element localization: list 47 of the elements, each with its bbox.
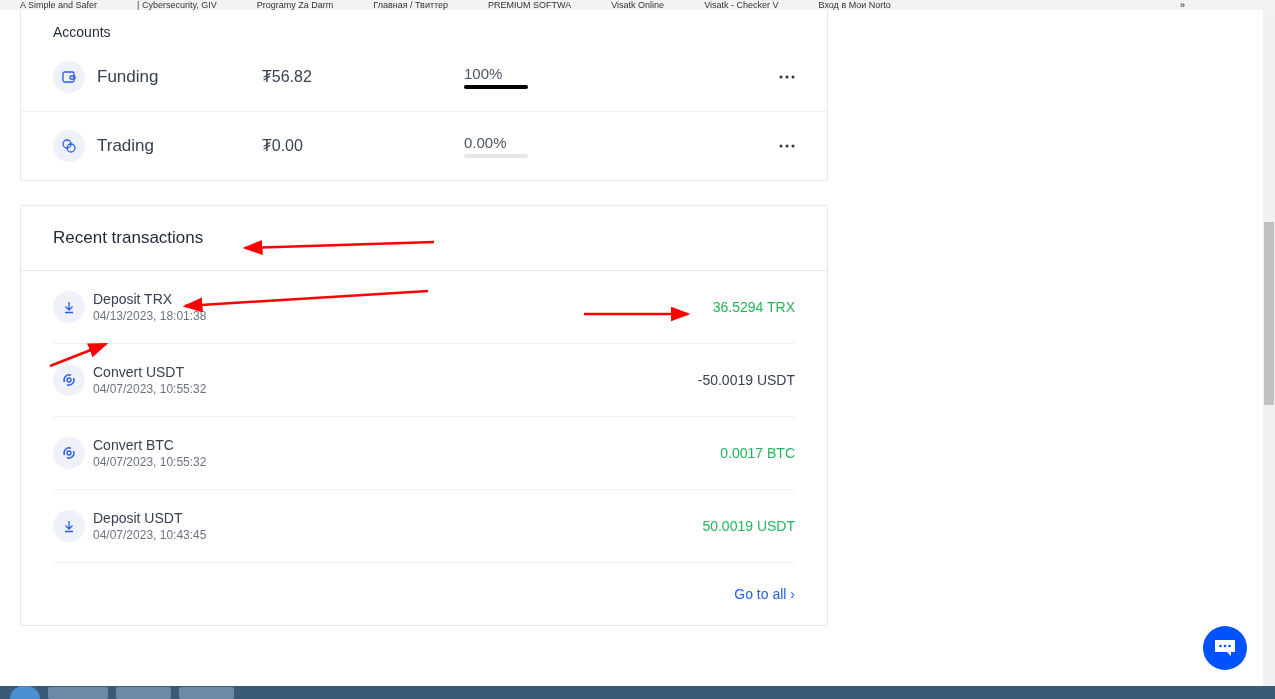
overlapping-circles-icon — [61, 138, 77, 154]
more-options-button[interactable] — [779, 144, 795, 148]
wallet-icon — [61, 68, 77, 85]
share-percent: 0.00% — [464, 134, 508, 152]
transaction-amount: 0.0017 BTC — [720, 443, 795, 463]
start-orb-icon[interactable] — [10, 686, 40, 699]
down-arrow-icon — [62, 300, 76, 314]
account-name: Trading — [97, 135, 155, 158]
annotation-arrow — [49, 342, 109, 368]
bookmark-link[interactable]: Programy Za Darm — [256, 0, 334, 10]
transaction-time: 04/07/2023, 10:43:45 — [93, 527, 207, 543]
transaction-time: 04/13/2023, 18:01:38 — [93, 308, 207, 324]
transaction-amount: 50.0019 USDT — [702, 516, 795, 536]
down-arrow-icon — [62, 519, 76, 533]
transaction-title: Convert BTC — [93, 436, 175, 454]
bookmark-link[interactable]: PREMIUM SOFTWA — [488, 0, 572, 10]
transaction-title: Convert USDT — [93, 363, 186, 381]
bookmark-link[interactable]: Вход в Мои Norto — [818, 0, 891, 10]
account-balance: ₮56.82 — [262, 66, 313, 87]
scrollbar-thumb[interactable] — [1264, 222, 1274, 405]
transaction-time: 04/07/2023, 10:55:32 — [93, 381, 207, 397]
section-title: Recent transactions — [53, 227, 204, 250]
taskbar-app-icon[interactable] — [116, 686, 171, 699]
taskbar-app-icon[interactable] — [48, 686, 108, 699]
account-name: Funding — [97, 65, 160, 88]
transaction-amount: 36.5294 TRX — [712, 297, 795, 317]
section-title: Accounts — [52, 23, 112, 42]
go-to-all-link[interactable]: Go to all › — [734, 583, 795, 605]
convert-icon — [62, 446, 76, 460]
chat-button[interactable] — [1203, 626, 1247, 670]
transaction-title: Deposit USDT — [93, 509, 184, 527]
bookmark-link[interactable]: | Cybersecurity, GIV — [137, 0, 217, 10]
scrollbar[interactable] — [1263, 10, 1275, 686]
chat-bubble-icon — [1214, 639, 1236, 657]
bookmark-link[interactable]: Visatk - Checker V — [704, 0, 779, 10]
more-options-button[interactable] — [779, 74, 795, 79]
share-percent: 100% — [464, 64, 504, 83]
bookmark-link[interactable]: Visatk Online — [611, 0, 665, 10]
more-chevron-icon[interactable]: » — [1180, 0, 1185, 10]
transaction-amount: -50.0019 USDT — [697, 370, 795, 390]
convert-icon — [62, 373, 76, 387]
bookmark-link[interactable]: A Simple and Safer — [20, 0, 98, 10]
taskbar-app-icon[interactable] — [179, 686, 234, 699]
bookmark-link[interactable]: Главная / Твиттер — [373, 0, 449, 10]
transaction-title: Deposit TRX — [93, 290, 174, 308]
transaction-time: 04/07/2023, 10:55:32 — [93, 454, 207, 470]
account-balance: ₮0.00 — [262, 136, 304, 156]
